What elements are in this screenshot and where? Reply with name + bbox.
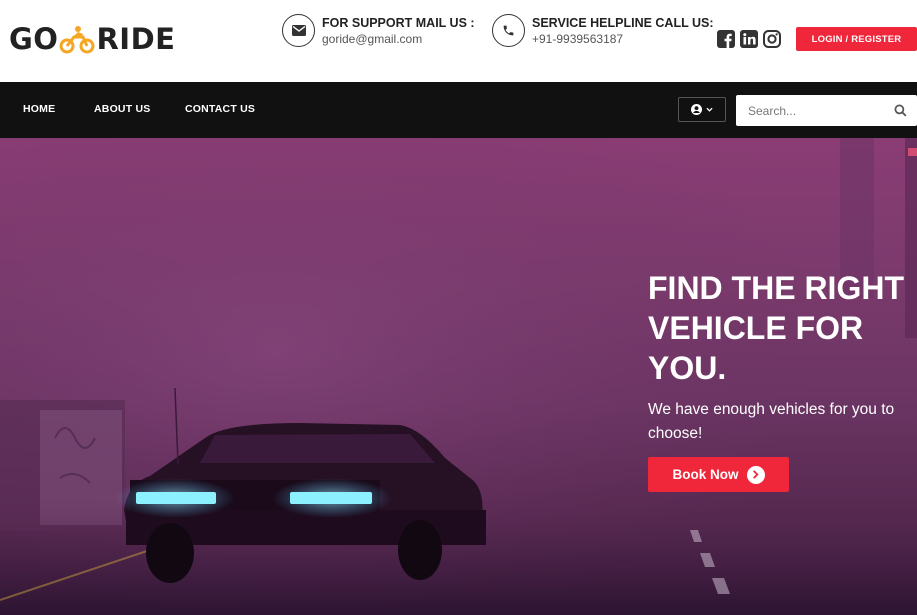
nav-about-us[interactable]: ABOUT US: [94, 103, 150, 115]
facebook-icon[interactable]: [717, 30, 735, 48]
motorbike-icon: [59, 26, 95, 54]
helpline-title: SERVICE HELPLINE CALL US:: [532, 16, 714, 30]
site-logo[interactable]: GO RIDE: [9, 22, 175, 56]
logo-text-ride: RIDE: [96, 22, 176, 56]
user-dropdown[interactable]: [678, 97, 726, 122]
phone-icon: [492, 14, 525, 47]
user-circle-icon: [691, 104, 702, 115]
nav-home[interactable]: HOME: [23, 103, 55, 115]
support-mail-value[interactable]: goride@gmail.com: [322, 31, 475, 47]
chevron-down-icon: [706, 107, 713, 112]
arrow-right-icon: [746, 465, 765, 484]
hero-title: FIND THE RIGHT VEHICLE FOR YOU.: [648, 270, 904, 386]
book-now-label: Book Now: [672, 467, 739, 482]
social-links: [717, 30, 781, 48]
linkedin-icon[interactable]: [740, 30, 758, 48]
envelope-icon: [282, 14, 315, 47]
book-now-button[interactable]: Book Now: [648, 457, 789, 492]
login-register-button[interactable]: LOGIN / REGISTER: [796, 27, 917, 51]
top-header: GO RIDE FOR SUPPORT MAIL US : goride@gma…: [0, 0, 917, 82]
nav-contact-us[interactable]: CONTACT US: [185, 103, 255, 115]
instagram-icon[interactable]: [763, 30, 781, 48]
search-input[interactable]: [736, 96, 886, 125]
search-icon[interactable]: [894, 104, 907, 117]
service-helpline: SERVICE HELPLINE CALL US: +91-9939563187: [492, 14, 714, 47]
support-mail: FOR SUPPORT MAIL US : goride@gmail.com: [282, 14, 475, 47]
search-box: [736, 95, 917, 126]
support-mail-title: FOR SUPPORT MAIL US :: [322, 16, 475, 30]
helpline-value[interactable]: +91-9939563187: [532, 31, 714, 47]
hero-subtitle: We have enough vehicles for you to choos…: [648, 401, 895, 442]
logo-text-go: GO: [9, 22, 59, 56]
main-nav: HOME ABOUT US CONTACT US: [0, 82, 917, 138]
hero-banner: FIND THE RIGHT VEHICLE FOR YOU. We have …: [0, 138, 917, 615]
